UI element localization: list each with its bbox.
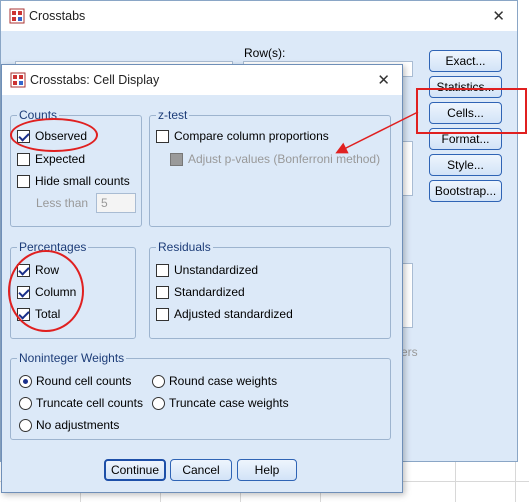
annotation-arrow — [335, 111, 419, 154]
